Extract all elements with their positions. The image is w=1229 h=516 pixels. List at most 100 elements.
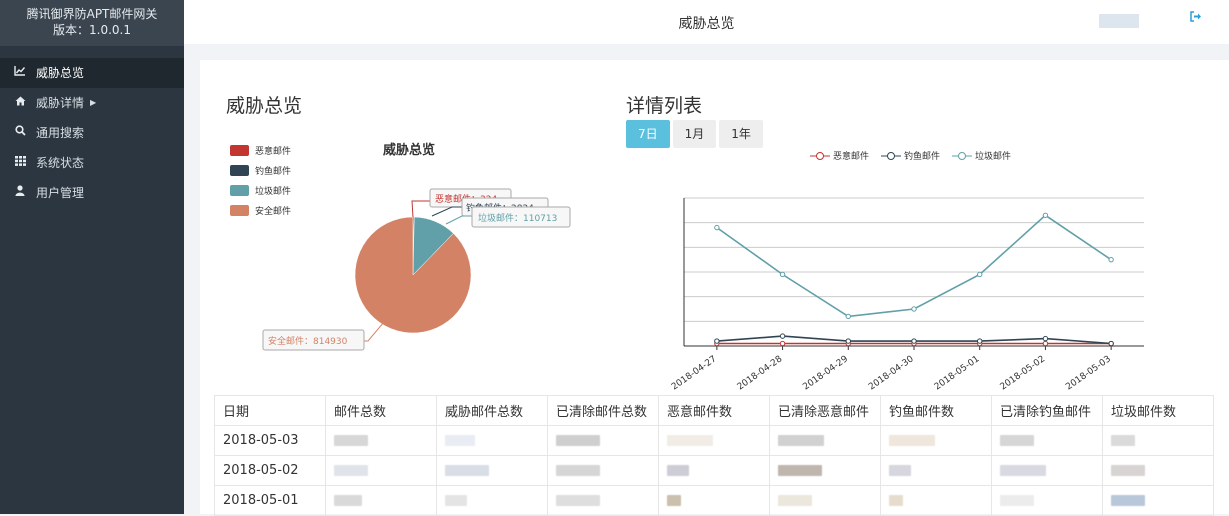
redacted-cell xyxy=(992,456,1103,486)
sidebar-item-threat-overview[interactable]: 威胁总览 xyxy=(0,58,184,88)
data-point[interactable] xyxy=(1043,341,1047,345)
range-7d-button[interactable]: 7日 xyxy=(626,120,670,148)
table-header: 已清除钓鱼邮件 xyxy=(992,396,1103,426)
data-point[interactable] xyxy=(1043,213,1047,217)
table-header-row: 日期 邮件总数 威胁邮件总数 已清除邮件总数 恶意邮件数 已清除恶意邮件 钓鱼邮… xyxy=(215,396,1214,426)
redacted-cell xyxy=(770,456,881,486)
redacted-cell xyxy=(437,486,548,516)
data-point[interactable] xyxy=(978,272,982,276)
x-tick-label: 2018-05-03 xyxy=(1064,354,1113,392)
data-point[interactable] xyxy=(912,307,916,311)
line-legend-phishing[interactable]: 钓鱼邮件 xyxy=(881,149,940,162)
redacted-cell xyxy=(326,456,437,486)
table-header: 已清除邮件总数 xyxy=(548,396,659,426)
brand-name: 腾讯御界防APT邮件网关 xyxy=(0,6,184,22)
callout-line-safe xyxy=(364,322,384,341)
legend-label: 垃圾邮件 xyxy=(975,149,1011,162)
redacted-cell xyxy=(770,426,881,456)
search-icon xyxy=(12,118,28,148)
redacted-cell xyxy=(326,486,437,516)
table-row[interactable]: 2018-05-01 xyxy=(215,486,1214,516)
sidebar-item-label: 威胁详情 xyxy=(36,88,84,118)
callout-spam: 垃圾邮件：110713 xyxy=(478,212,557,224)
range-1y-button[interactable]: 1年 xyxy=(719,120,763,148)
table-header: 钓鱼邮件数 xyxy=(881,396,992,426)
user-icon xyxy=(12,178,28,208)
data-point[interactable] xyxy=(715,339,719,343)
brand: 腾讯御界防APT邮件网关 版本：1.0.0.1 xyxy=(0,0,184,46)
redacted-cell xyxy=(326,426,437,456)
redacted-cell xyxy=(881,426,992,456)
pie-slice-3[interactable] xyxy=(355,217,471,333)
data-point[interactable] xyxy=(1109,341,1113,345)
legend-line-marker xyxy=(810,151,830,161)
table-header: 恶意邮件数 xyxy=(659,396,770,426)
line-legend-spam[interactable]: 垃圾邮件 xyxy=(952,149,1011,162)
date-cell: 2018-05-03 xyxy=(215,426,326,456)
redacted-cell xyxy=(881,486,992,516)
sidebar-item-user-management[interactable]: 用户管理 xyxy=(0,178,184,208)
table-header: 日期 xyxy=(215,396,326,426)
x-tick-label: 2018-04-28 xyxy=(736,354,785,392)
pie-chart: 恶意邮件：324 钓鱼邮件：2824 垃圾邮件：110713 安全邮件：8149… xyxy=(200,60,600,360)
redacted-cell xyxy=(770,486,881,516)
data-point[interactable] xyxy=(780,334,784,338)
version-label: 版本：1.0.0.1 xyxy=(0,22,184,38)
data-point[interactable] xyxy=(715,225,719,229)
table-header: 邮件总数 xyxy=(326,396,437,426)
x-tick-label: 2018-05-02 xyxy=(999,354,1048,392)
callout-line-malicious xyxy=(412,201,430,217)
date-cell: 2018-05-02 xyxy=(215,456,326,486)
legend-label: 钓鱼邮件 xyxy=(904,149,940,162)
caret-right-icon: ▶ xyxy=(90,88,96,118)
line-chart-icon xyxy=(12,58,28,88)
data-point[interactable] xyxy=(978,339,982,343)
sidebar-item-general-search[interactable]: 通用搜索 xyxy=(0,118,184,148)
redacted-cell xyxy=(548,456,659,486)
range-1m-button[interactable]: 1月 xyxy=(673,120,717,148)
redacted-cell xyxy=(659,486,770,516)
sidebar-item-label: 通用搜索 xyxy=(36,118,84,148)
redacted-cell xyxy=(992,486,1103,516)
date-cell: 2018-05-01 xyxy=(215,486,326,516)
table-header: 威胁邮件总数 xyxy=(437,396,548,426)
redacted-cell xyxy=(437,456,548,486)
data-point[interactable] xyxy=(780,341,784,345)
data-point[interactable] xyxy=(1043,336,1047,340)
redacted-cell xyxy=(659,426,770,456)
data-point[interactable] xyxy=(780,272,784,276)
legend-label: 恶意邮件 xyxy=(833,149,869,162)
sidebar-item-system-status[interactable]: 系统状态 xyxy=(0,148,184,178)
user-avatar[interactable] xyxy=(1099,14,1139,28)
grid-icon xyxy=(12,148,28,178)
data-point[interactable] xyxy=(846,339,850,343)
sidebar: 腾讯御界防APT邮件网关 版本：1.0.0.1 威胁总览 威胁详情 ▶ 通用搜索 xyxy=(0,0,184,514)
redacted-cell xyxy=(1103,486,1214,516)
table-row[interactable]: 2018-05-03 xyxy=(215,426,1214,456)
table-row[interactable]: 2018-05-02 xyxy=(215,456,1214,486)
callout-line-phishing xyxy=(432,207,462,216)
redacted-cell xyxy=(548,486,659,516)
sidebar-item-threat-details[interactable]: 威胁详情 ▶ xyxy=(0,88,184,118)
redacted-cell xyxy=(992,426,1103,456)
redacted-cell xyxy=(659,456,770,486)
page-title: 威胁总览 xyxy=(184,13,1229,33)
sidebar-item-label: 威胁总览 xyxy=(36,58,84,88)
details-title: 详情列表 xyxy=(626,91,702,118)
home-icon xyxy=(12,88,28,118)
sidebar-nav: 威胁总览 威胁详情 ▶ 通用搜索 系统状态 用户管理 xyxy=(0,58,184,208)
sidebar-item-label: 系统状态 xyxy=(36,148,84,178)
line-legend-malicious[interactable]: 恶意邮件 xyxy=(810,149,869,162)
redacted-cell xyxy=(437,426,548,456)
redacted-cell xyxy=(1103,456,1214,486)
data-point[interactable] xyxy=(1109,257,1113,261)
redacted-cell xyxy=(1103,426,1214,456)
x-tick-label: 2018-04-27 xyxy=(670,354,719,392)
data-point[interactable] xyxy=(846,314,850,318)
data-point[interactable] xyxy=(912,339,916,343)
sign-out-icon[interactable] xyxy=(1190,11,1202,25)
x-tick-label: 2018-04-29 xyxy=(801,354,850,392)
sidebar-item-label: 用户管理 xyxy=(36,178,84,208)
content-panel: 威胁总览 恶意邮件 钓鱼邮件 垃圾邮件 安全邮件 威胁总览 恶意邮件：324 钓 xyxy=(200,60,1229,514)
callout-line-spam xyxy=(446,216,472,224)
